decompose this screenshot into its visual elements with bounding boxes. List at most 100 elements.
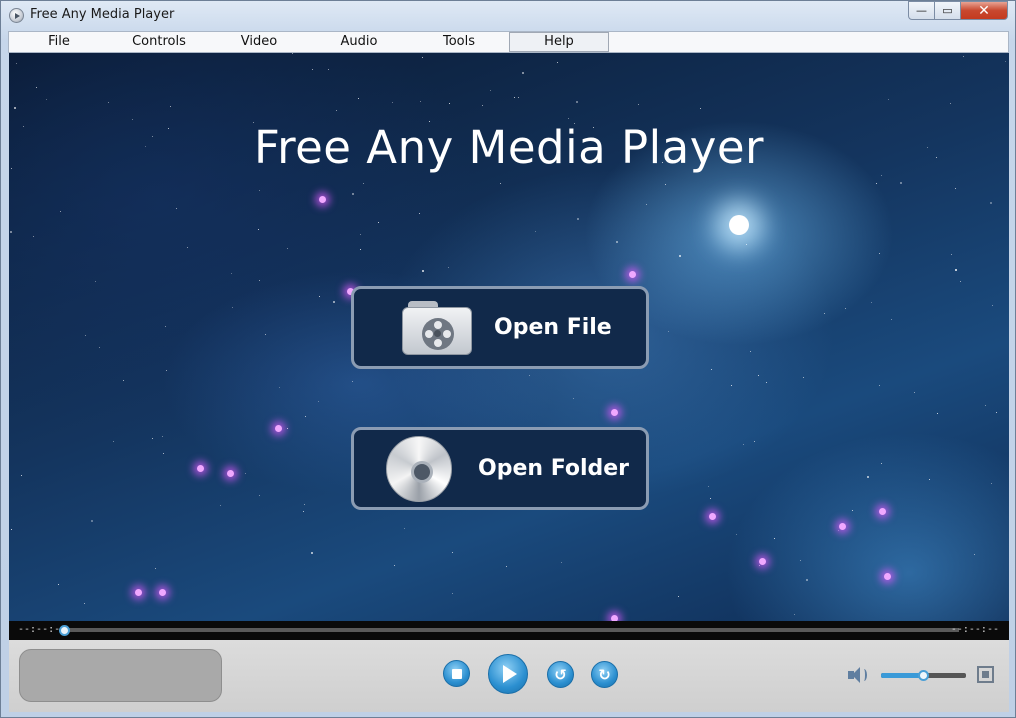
star-decoration [990, 202, 992, 204]
star-decoration [99, 347, 100, 348]
star-decoration [11, 529, 12, 530]
star-decoration [163, 453, 164, 454]
star-decoration [963, 56, 964, 57]
star-decoration [960, 281, 961, 282]
star-decoration [162, 436, 163, 437]
star-decoration [914, 392, 915, 393]
star-decoration [955, 188, 956, 189]
menu-audio[interactable]: Audio [309, 32, 409, 52]
star-decoration [985, 405, 986, 406]
fullscreen-icon[interactable] [977, 666, 994, 683]
play-button[interactable] [488, 654, 528, 694]
forward-button[interactable]: ↻ [591, 661, 618, 688]
star-decoration [352, 193, 354, 195]
star-decoration [360, 249, 361, 250]
star-decoration [292, 53, 293, 54]
star-decoration [60, 211, 61, 212]
purple-star-decoration [227, 470, 234, 477]
purple-star-decoration [275, 425, 282, 432]
menu-video[interactable]: Video [209, 32, 309, 52]
star-decoration [123, 380, 124, 381]
star-decoration [358, 98, 359, 99]
star-decoration [879, 253, 880, 254]
window-controls: — ▭ ✕ [908, 1, 1008, 21]
star-decoration [710, 498, 711, 499]
star-decoration [871, 302, 872, 303]
star-decoration [794, 614, 795, 615]
rewind-button[interactable]: ↺ [547, 661, 574, 688]
star-decoration [319, 296, 320, 297]
open-folder-button[interactable]: Open Folder [351, 427, 649, 510]
star-decoration [845, 308, 846, 309]
menu-tools[interactable]: Tools [409, 32, 509, 52]
purple-star-decoration [759, 558, 766, 565]
star-decoration [166, 370, 167, 371]
purple-star-decoration [197, 465, 204, 472]
star-decoration [1005, 61, 1006, 62]
star-decoration [312, 69, 313, 70]
star-decoration [888, 99, 889, 100]
video-stage[interactable]: Free Any Media Player Open File Open Fol… [9, 53, 1009, 621]
star-decoration [220, 505, 221, 506]
star-decoration [287, 248, 288, 249]
star-decoration [152, 438, 153, 439]
close-button[interactable]: ✕ [961, 1, 1008, 20]
star-decoration [16, 63, 17, 64]
star-decoration [951, 254, 952, 255]
star-decoration [394, 565, 395, 566]
star-decoration [766, 382, 767, 383]
star-decoration [259, 280, 260, 281]
star-decoration [824, 313, 825, 314]
minimize-button[interactable]: — [908, 1, 935, 20]
media-info-panel [19, 649, 222, 702]
star-decoration [576, 101, 578, 103]
volume-icon[interactable] [848, 666, 868, 684]
star-decoration [731, 385, 732, 386]
menu-help[interactable]: Help [509, 32, 609, 52]
star-decoration [259, 190, 260, 191]
star-decoration [318, 401, 319, 402]
star-decoration [900, 182, 902, 184]
window-title: Free Any Media Player [30, 7, 175, 22]
volume-handle[interactable] [918, 670, 929, 681]
star-decoration [85, 335, 86, 336]
menu-file[interactable]: File [9, 32, 109, 52]
purple-star-decoration [879, 508, 886, 515]
star-decoration [506, 566, 507, 567]
star-decoration [363, 183, 364, 184]
stop-button[interactable] [443, 660, 470, 687]
star-decoration [708, 486, 709, 487]
star-decoration [392, 102, 393, 103]
star-decoration [448, 267, 449, 268]
star-decoration [452, 552, 453, 553]
star-decoration [758, 375, 759, 376]
menu-controls[interactable]: Controls [109, 32, 209, 52]
open-file-button[interactable]: Open File [351, 286, 649, 369]
star-decoration [46, 99, 47, 100]
star-decoration [95, 281, 96, 282]
seek-handle[interactable] [59, 625, 70, 636]
star-decoration [679, 255, 681, 257]
star-decoration [529, 375, 530, 376]
bright-star-decoration [729, 215, 749, 235]
disc-icon [386, 436, 452, 502]
star-decoration [333, 301, 335, 303]
star-decoration [113, 441, 114, 442]
star-decoration [561, 562, 562, 563]
star-decoration [360, 234, 361, 235]
star-decoration [352, 381, 353, 382]
open-folder-label: Open Folder [478, 456, 630, 481]
maximize-button[interactable]: ▭ [935, 1, 961, 20]
purple-star-decoration [709, 513, 716, 520]
star-decoration [419, 213, 420, 214]
star-decoration [155, 568, 156, 569]
app-icon [9, 8, 24, 23]
open-file-label: Open File [494, 315, 612, 340]
star-decoration [800, 560, 801, 561]
star-decoration [616, 241, 618, 243]
star-decoration [303, 511, 304, 512]
star-decoration [490, 90, 491, 91]
star-decoration [557, 62, 558, 63]
purple-star-decoration [629, 271, 636, 278]
seek-track[interactable] [64, 628, 959, 632]
